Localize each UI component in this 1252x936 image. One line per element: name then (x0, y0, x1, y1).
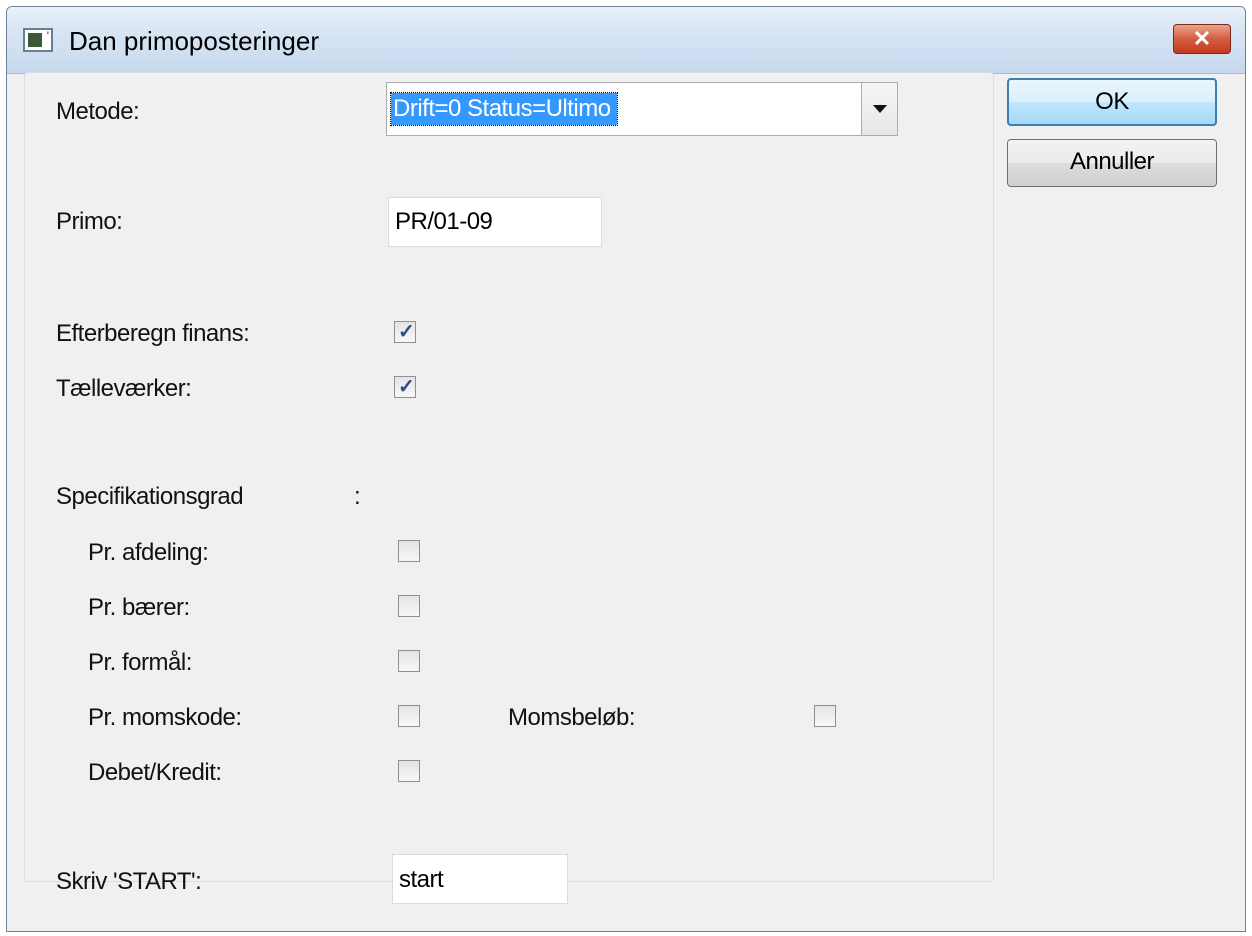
primo-label: Primo: (56, 208, 123, 235)
momskode-checkbox[interactable] (398, 705, 420, 727)
specifikationsgrad-colon: : (354, 483, 361, 510)
cancel-button[interactable]: Annuller (1007, 139, 1217, 187)
start-input[interactable]: start (392, 854, 568, 904)
specifikationsgrad-label: Specifikationsgrad (56, 483, 244, 510)
formaal-checkbox[interactable] (398, 650, 420, 672)
baerer-label: Pr. bærer: (88, 594, 190, 621)
momsbeloeb-label: Momsbeløb: (508, 704, 636, 731)
formaal-label: Pr. formål: (88, 649, 192, 676)
afdeling-checkbox[interactable] (398, 540, 420, 562)
title-bar[interactable]: ' Dan primoposteringer ✕ (7, 7, 1245, 74)
momsbeloeb-checkbox[interactable] (814, 705, 836, 727)
efterberegn-label: Efterberegn finans: (56, 320, 250, 347)
metode-combobox[interactable]: Drift=0 Status=Ultimo (386, 82, 898, 136)
primo-input[interactable]: PR/01-09 (388, 197, 602, 247)
metode-selected-value: Drift=0 Status=Ultimo (390, 92, 618, 126)
start-label: Skriv 'START': (56, 868, 202, 895)
momskode-label: Pr. momskode: (88, 704, 242, 731)
close-button[interactable]: ✕ (1173, 24, 1231, 54)
dropdown-arrow-icon[interactable] (861, 83, 897, 135)
afdeling-label: Pr. afdeling: (88, 539, 209, 566)
ok-button[interactable]: OK (1007, 78, 1217, 126)
check-icon: ✓ (398, 321, 415, 343)
baerer-checkbox[interactable] (398, 595, 420, 617)
taellevaerker-label: Tælleværker: (56, 375, 192, 402)
window-title: Dan primoposteringer (69, 26, 320, 56)
app-icon: ' (23, 28, 53, 52)
debetkredit-checkbox[interactable] (398, 760, 420, 782)
check-icon: ✓ (398, 376, 415, 398)
efterberegn-checkbox[interactable]: ✓ (394, 321, 416, 343)
close-icon: ✕ (1192, 26, 1212, 51)
metode-label: Metode: (56, 98, 140, 125)
taellevaerker-checkbox[interactable]: ✓ (394, 376, 416, 398)
debetkredit-label: Debet/Kredit: (88, 759, 222, 786)
